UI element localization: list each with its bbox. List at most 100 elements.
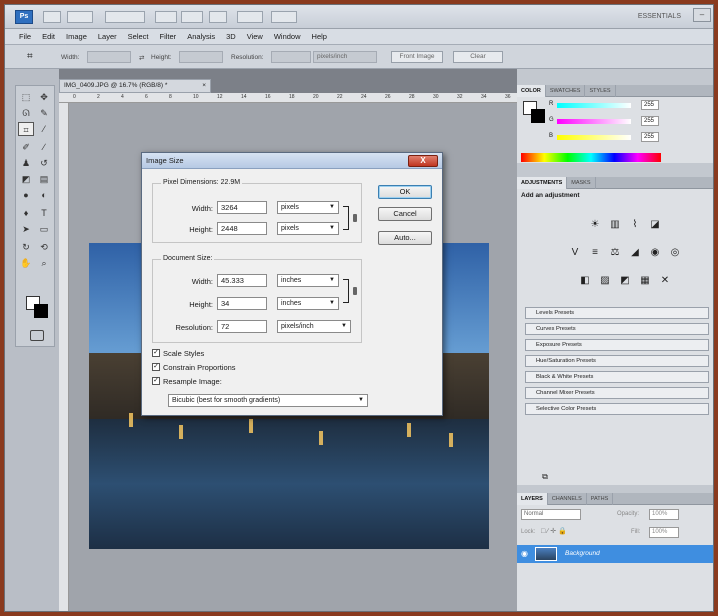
menu-analysis[interactable]: Analysis <box>187 32 215 41</box>
menu-view[interactable]: View <box>247 32 263 41</box>
tab-styles[interactable]: STYLES <box>585 85 616 97</box>
levels-presets-item[interactable]: Levels Presets <box>525 307 709 319</box>
lock-icons[interactable]: □ ∕ ✛ 🔒 <box>541 527 567 535</box>
menu-help[interactable]: Help <box>312 32 327 41</box>
menu-layer[interactable]: Layer <box>98 32 117 41</box>
photo-filter-icon[interactable]: ◉ <box>649 247 661 259</box>
close-icon[interactable]: X <box>408 155 438 167</box>
clone-stamp-tool-icon[interactable]: ♟ <box>18 156 34 170</box>
zoom-level-dropdown[interactable] <box>105 11 145 23</box>
3d-rotate-tool-icon[interactable]: ↻ <box>18 240 34 254</box>
quick-selection-tool-icon[interactable]: ✎ <box>36 106 52 120</box>
doc-width-input[interactable]: 45.333 <box>217 274 267 287</box>
cancel-button[interactable]: Cancel <box>378 207 432 221</box>
menu-edit[interactable]: Edit <box>42 32 55 41</box>
resolution-unit-select[interactable]: pixels/inch ▼ <box>277 320 351 333</box>
zoom-tool-icon[interactable]: ⌕ <box>36 256 52 270</box>
hand-tool-icon[interactable]: ✋ <box>18 256 34 270</box>
tab-paths[interactable]: PATHS <box>587 493 614 505</box>
px-width-input[interactable]: 3264 <box>217 201 267 214</box>
screen-mode-button[interactable] <box>271 11 297 23</box>
menu-3d[interactable]: 3D <box>226 32 236 41</box>
hue-saturation-presets-item[interactable]: Hue/Saturation Presets <box>525 355 709 367</box>
eyedropper-tool-icon[interactable]: ⁄ <box>36 122 52 136</box>
selective-color-icon[interactable]: ✕ <box>659 275 671 287</box>
black-white-icon[interactable]: ◢ <box>629 247 641 259</box>
crop-resolution-input[interactable] <box>271 51 311 63</box>
fill-input[interactable]: 100% <box>649 527 679 538</box>
rotate-view-button[interactable] <box>209 11 227 23</box>
menu-image[interactable]: Image <box>66 32 87 41</box>
doc-height-input[interactable]: 34 <box>217 297 267 310</box>
levels-icon[interactable]: ▥ <box>609 219 621 231</box>
arrange-documents-button[interactable] <box>237 11 263 23</box>
menu-window[interactable]: Window <box>274 32 301 41</box>
px-height-input[interactable]: 2448 <box>217 222 267 235</box>
selective-color-presets-item[interactable]: Selective Color Presets <box>525 403 709 415</box>
path-selection-tool-icon[interactable]: ➤ <box>18 222 34 236</box>
blue-slider[interactable] <box>557 135 631 140</box>
red-value[interactable]: 255 <box>641 100 659 110</box>
red-slider[interactable] <box>557 103 631 108</box>
doc-width-unit-select[interactable]: inches ▼ <box>277 274 339 287</box>
hand-tool-button[interactable] <box>155 11 177 23</box>
pen-tool-icon[interactable]: ♦ <box>18 206 34 220</box>
color-background-swatch[interactable] <box>531 109 545 123</box>
black-white-presets-item[interactable]: Black & White Presets <box>525 371 709 383</box>
layer-row-background[interactable]: ◉ Background <box>517 545 713 563</box>
eye-icon[interactable]: ◉ <box>521 549 528 558</box>
exposure-icon[interactable]: ◪ <box>649 219 661 231</box>
swap-icon[interactable]: ⇄ <box>139 54 144 62</box>
shape-tool-icon[interactable]: ▭ <box>36 222 52 236</box>
tab-masks[interactable]: MASKS <box>567 177 596 189</box>
constrain-proportions-checkbox[interactable]: ✓ <box>152 363 160 371</box>
doc-height-unit-select[interactable]: inches ▼ <box>277 297 339 310</box>
front-image-button[interactable]: Front Image <box>391 51 443 63</box>
type-tool-icon[interactable]: T <box>36 206 52 220</box>
invert-icon[interactable]: ◧ <box>579 275 591 287</box>
exposure-presets-item[interactable]: Exposure Presets <box>525 339 709 351</box>
tab-color[interactable]: COLOR <box>517 85 546 97</box>
gradient-map-icon[interactable]: ▦ <box>639 275 651 287</box>
menu-select[interactable]: Select <box>128 32 149 41</box>
bridge-button[interactable] <box>43 11 61 23</box>
color-balance-icon[interactable]: ⚖ <box>609 247 621 259</box>
channel-mixer-icon[interactable]: ◎ <box>669 247 681 259</box>
clear-button[interactable]: Clear <box>453 51 503 63</box>
curves-icon[interactable]: ⌇ <box>629 219 641 231</box>
clip-to-layer-icon[interactable]: ⧉ <box>539 471 551 483</box>
curves-presets-item[interactable]: Curves Presets <box>525 323 709 335</box>
zoom-tool-button[interactable] <box>181 11 203 23</box>
workspace-switcher[interactable]: ESSENTIALS <box>638 13 681 20</box>
resample-method-select[interactable]: Bicubic (best for smooth gradients) ▼ <box>168 394 368 407</box>
tab-adjustments[interactable]: ADJUSTMENTS <box>517 177 568 189</box>
resample-image-checkbox[interactable]: ✓ <box>152 377 160 385</box>
lasso-tool-icon[interactable]: ᘏ <box>18 106 34 120</box>
quick-mask-icon[interactable] <box>30 330 44 341</box>
gradient-tool-icon[interactable]: ▤ <box>36 172 52 186</box>
hue-saturation-icon[interactable]: ≡ <box>589 247 601 259</box>
tab-channels[interactable]: CHANNELS <box>548 493 587 505</box>
green-slider[interactable] <box>557 119 631 124</box>
3d-orbit-tool-icon[interactable]: ⟲ <box>36 240 52 254</box>
dodge-tool-icon[interactable]: ◐ <box>36 188 52 202</box>
blend-mode-select[interactable]: Normal <box>521 509 581 520</box>
crop-width-input[interactable] <box>87 51 131 63</box>
healing-brush-tool-icon[interactable]: ✐ <box>18 140 34 154</box>
channel-mixer-presets-item[interactable]: Channel Mixer Presets <box>525 387 709 399</box>
menu-filter[interactable]: Filter <box>160 32 177 41</box>
crop-tool-icon[interactable]: ⌗ <box>18 122 34 136</box>
background-color-swatch[interactable] <box>34 304 48 318</box>
vibrance-icon[interactable]: V <box>569 247 581 259</box>
opacity-input[interactable]: 100% <box>649 509 679 520</box>
tab-swatches[interactable]: SWATCHES <box>546 85 586 97</box>
eraser-tool-icon[interactable]: ◩ <box>18 172 34 186</box>
green-value[interactable]: 255 <box>641 116 659 126</box>
blur-tool-icon[interactable]: ● <box>18 188 34 202</box>
brush-tool-icon[interactable]: ∕ <box>36 140 52 154</box>
crop-height-input[interactable] <box>179 51 223 63</box>
document-tab[interactable]: IMG_0409.JPG @ 16.7% (RGB/8) * × <box>59 79 211 93</box>
posterize-icon[interactable]: ▨ <box>599 275 611 287</box>
ok-button[interactable]: OK <box>378 185 432 199</box>
menu-file[interactable]: File <box>19 32 31 41</box>
